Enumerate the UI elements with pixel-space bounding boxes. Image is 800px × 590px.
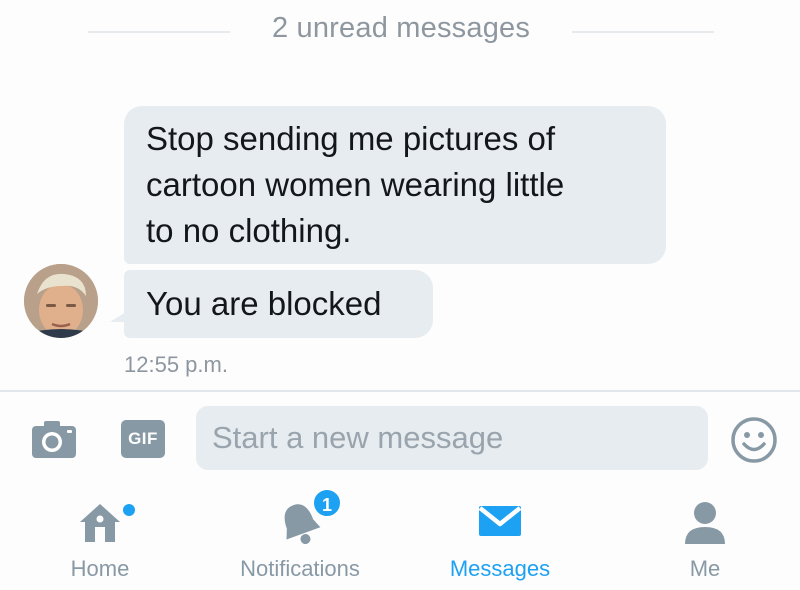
- gif-button[interactable]: GIF: [121, 420, 165, 458]
- notification-count-badge: 1: [312, 488, 342, 518]
- composer-divider: [0, 390, 800, 392]
- envelope-icon: [475, 498, 525, 547]
- tab-me[interactable]: Me: [660, 490, 750, 590]
- message-text-line: cartoon women wearing little: [146, 166, 565, 203]
- tab-label: Home: [70, 556, 130, 581]
- emoji-icon[interactable]: [729, 415, 779, 465]
- tab-messages[interactable]: Messages: [430, 490, 570, 590]
- message-text-line: You are blocked: [146, 285, 382, 322]
- person-icon: [681, 498, 729, 553]
- dm-conversation-screen: 2 unread messages Stop sending me pictur…: [0, 0, 800, 590]
- message-timestamp: 12:55 p.m.: [124, 352, 228, 377]
- message-bubble[interactable]: Stop sending me pictures of cartoon wome…: [124, 106, 666, 264]
- divider-line-right: [572, 31, 714, 33]
- home-new-indicator: [123, 504, 135, 516]
- smiley-glyph: [731, 417, 777, 463]
- camera-glyph: [32, 421, 76, 458]
- tab-label: Notifications: [240, 556, 360, 581]
- message-input[interactable]: [196, 406, 708, 470]
- message-text-line: Stop sending me pictures of: [146, 120, 556, 157]
- tab-label: Messages: [449, 556, 551, 581]
- sender-avatar[interactable]: [24, 264, 98, 338]
- unread-messages-label: 2 unread messages: [271, 12, 531, 44]
- tab-home[interactable]: Home: [50, 490, 150, 590]
- unread-divider: 2 unread messages: [0, 10, 800, 50]
- message-bubble[interactable]: You are blocked: [124, 270, 433, 338]
- home-icon: [76, 498, 124, 551]
- camera-icon[interactable]: [30, 418, 78, 460]
- message-text-line: to no clothing.: [146, 212, 352, 249]
- divider-line-left: [88, 31, 230, 33]
- avatar-portrait: [24, 264, 98, 338]
- tab-notifications[interactable]: 1 Notifications: [210, 488, 390, 590]
- tab-label: Me: [689, 556, 721, 581]
